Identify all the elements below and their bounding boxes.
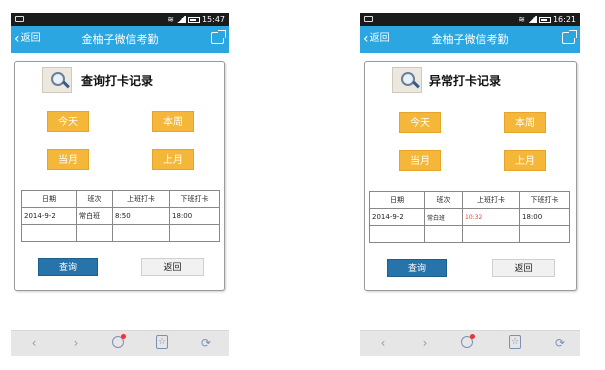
table-header-row: 日期 班次 上班打卡 下班打卡 [369, 191, 570, 209]
this-month-button[interactable]: 当月 [399, 150, 441, 171]
magnifier-icon [42, 67, 72, 93]
this-week-button[interactable]: 本周 [152, 111, 194, 132]
signal-icon [526, 16, 537, 23]
query-button[interactable]: 查询 [38, 258, 98, 276]
query-card: 异常打卡记录 今天 本周 当月 上月 日期 班次 上班打卡 下班打卡 2014-… [364, 61, 577, 291]
clock-out-cell: 18:00 [519, 208, 570, 226]
attendance-table: 日期 班次 上班打卡 下班打卡 2014-9-2 常白班 8:50 18:00 [21, 190, 220, 242]
battery-icon [538, 16, 551, 23]
table-row-empty [21, 224, 220, 242]
title-bar: ‹ 返回 金柚子微信考勤 [360, 26, 580, 53]
notification-icon [15, 16, 24, 22]
notification-dot [470, 334, 475, 339]
this-month-button[interactable]: 当月 [47, 149, 89, 170]
last-month-button[interactable]: 上月 [152, 149, 194, 170]
star-icon[interactable]: ☆ [156, 335, 168, 349]
column-header: 日期 [369, 191, 425, 209]
forward-arrow-icon[interactable]: › [69, 336, 83, 350]
wifi-icon: ≋ [518, 15, 525, 24]
back-arrow-icon[interactable]: ‹ [376, 336, 390, 350]
date-cell: 2014-9-2 [369, 208, 425, 226]
today-button[interactable]: 今天 [399, 112, 441, 133]
table-row-empty [369, 225, 570, 243]
notification-icon [364, 16, 373, 22]
shift-cell: 常白班 [424, 208, 463, 226]
status-bar: ≋ 15:47 [11, 13, 229, 26]
wifi-icon: ≋ [167, 15, 174, 24]
card-title: 查询打卡记录 [81, 74, 154, 88]
refresh-icon[interactable]: ⟳ [553, 336, 567, 350]
column-header: 上班打卡 [112, 190, 170, 208]
browser-toolbar: ‹ › ☆ ⟳ [360, 330, 580, 356]
this-week-button[interactable]: 本周 [504, 112, 546, 133]
return-button[interactable]: 返回 [141, 258, 204, 276]
share-icon[interactable] [211, 30, 226, 44]
battery-icon [187, 16, 200, 23]
today-button[interactable]: 今天 [47, 111, 89, 132]
forward-arrow-icon[interactable]: › [418, 336, 432, 350]
status-bar: ≋ 16:21 [360, 13, 580, 26]
status-time: 16:21 [552, 15, 576, 24]
column-header: 上班打卡 [462, 191, 520, 209]
app-title: 金柚子微信考勤 [81, 33, 159, 46]
notification-dot [121, 334, 126, 339]
refresh-icon[interactable]: ⟳ [199, 336, 213, 350]
signal-icon [175, 16, 186, 23]
title-bar: ‹ 返回 金柚子微信考勤 [11, 26, 229, 53]
magnifier-icon [392, 67, 422, 93]
clock-in-cell: 10:32 [462, 208, 520, 226]
return-button[interactable]: 返回 [492, 259, 555, 277]
shift-cell: 常白班 [76, 207, 113, 225]
column-header: 下班打卡 [519, 191, 570, 209]
clock-in-cell: 8:50 [112, 207, 170, 225]
phone-screen-abnormal-records: ≋ 16:21 ‹ 返回 金柚子微信考勤 异常打卡记录 今天 本周 当月 上月 … [360, 13, 580, 356]
column-header: 班次 [76, 190, 113, 208]
app-title: 金柚子微信考勤 [431, 33, 509, 46]
table-row: 2014-9-2 常白班 8:50 18:00 [21, 207, 220, 225]
query-card: 查询打卡记录 今天 本周 当月 上月 日期 班次 上班打卡 下班打卡 2014-… [14, 61, 225, 291]
star-icon[interactable]: ☆ [509, 335, 521, 349]
column-header: 下班打卡 [169, 190, 220, 208]
status-time: 15:47 [201, 15, 225, 24]
card-title: 异常打卡记录 [429, 74, 502, 88]
column-header: 日期 [21, 190, 77, 208]
last-month-button[interactable]: 上月 [504, 150, 546, 171]
back-arrow-icon[interactable]: ‹ [27, 336, 41, 350]
browser-toolbar: ‹ › ☆ ⟳ [11, 330, 229, 356]
phone-screen-query-records: ≋ 15:47 ‹ 返回 金柚子微信考勤 查询打卡记录 今天 本周 当月 上月 … [11, 13, 229, 356]
attendance-table: 日期 班次 上班打卡 下班打卡 2014-9-2 常白班 10:32 18:00 [369, 191, 570, 243]
clock-out-cell: 18:00 [169, 207, 220, 225]
date-cell: 2014-9-2 [21, 207, 77, 225]
query-button[interactable]: 查询 [387, 259, 447, 277]
table-row: 2014-9-2 常白班 10:32 18:00 [369, 208, 570, 226]
table-header-row: 日期 班次 上班打卡 下班打卡 [21, 190, 220, 208]
column-header: 班次 [424, 191, 463, 209]
share-icon[interactable] [562, 30, 577, 44]
